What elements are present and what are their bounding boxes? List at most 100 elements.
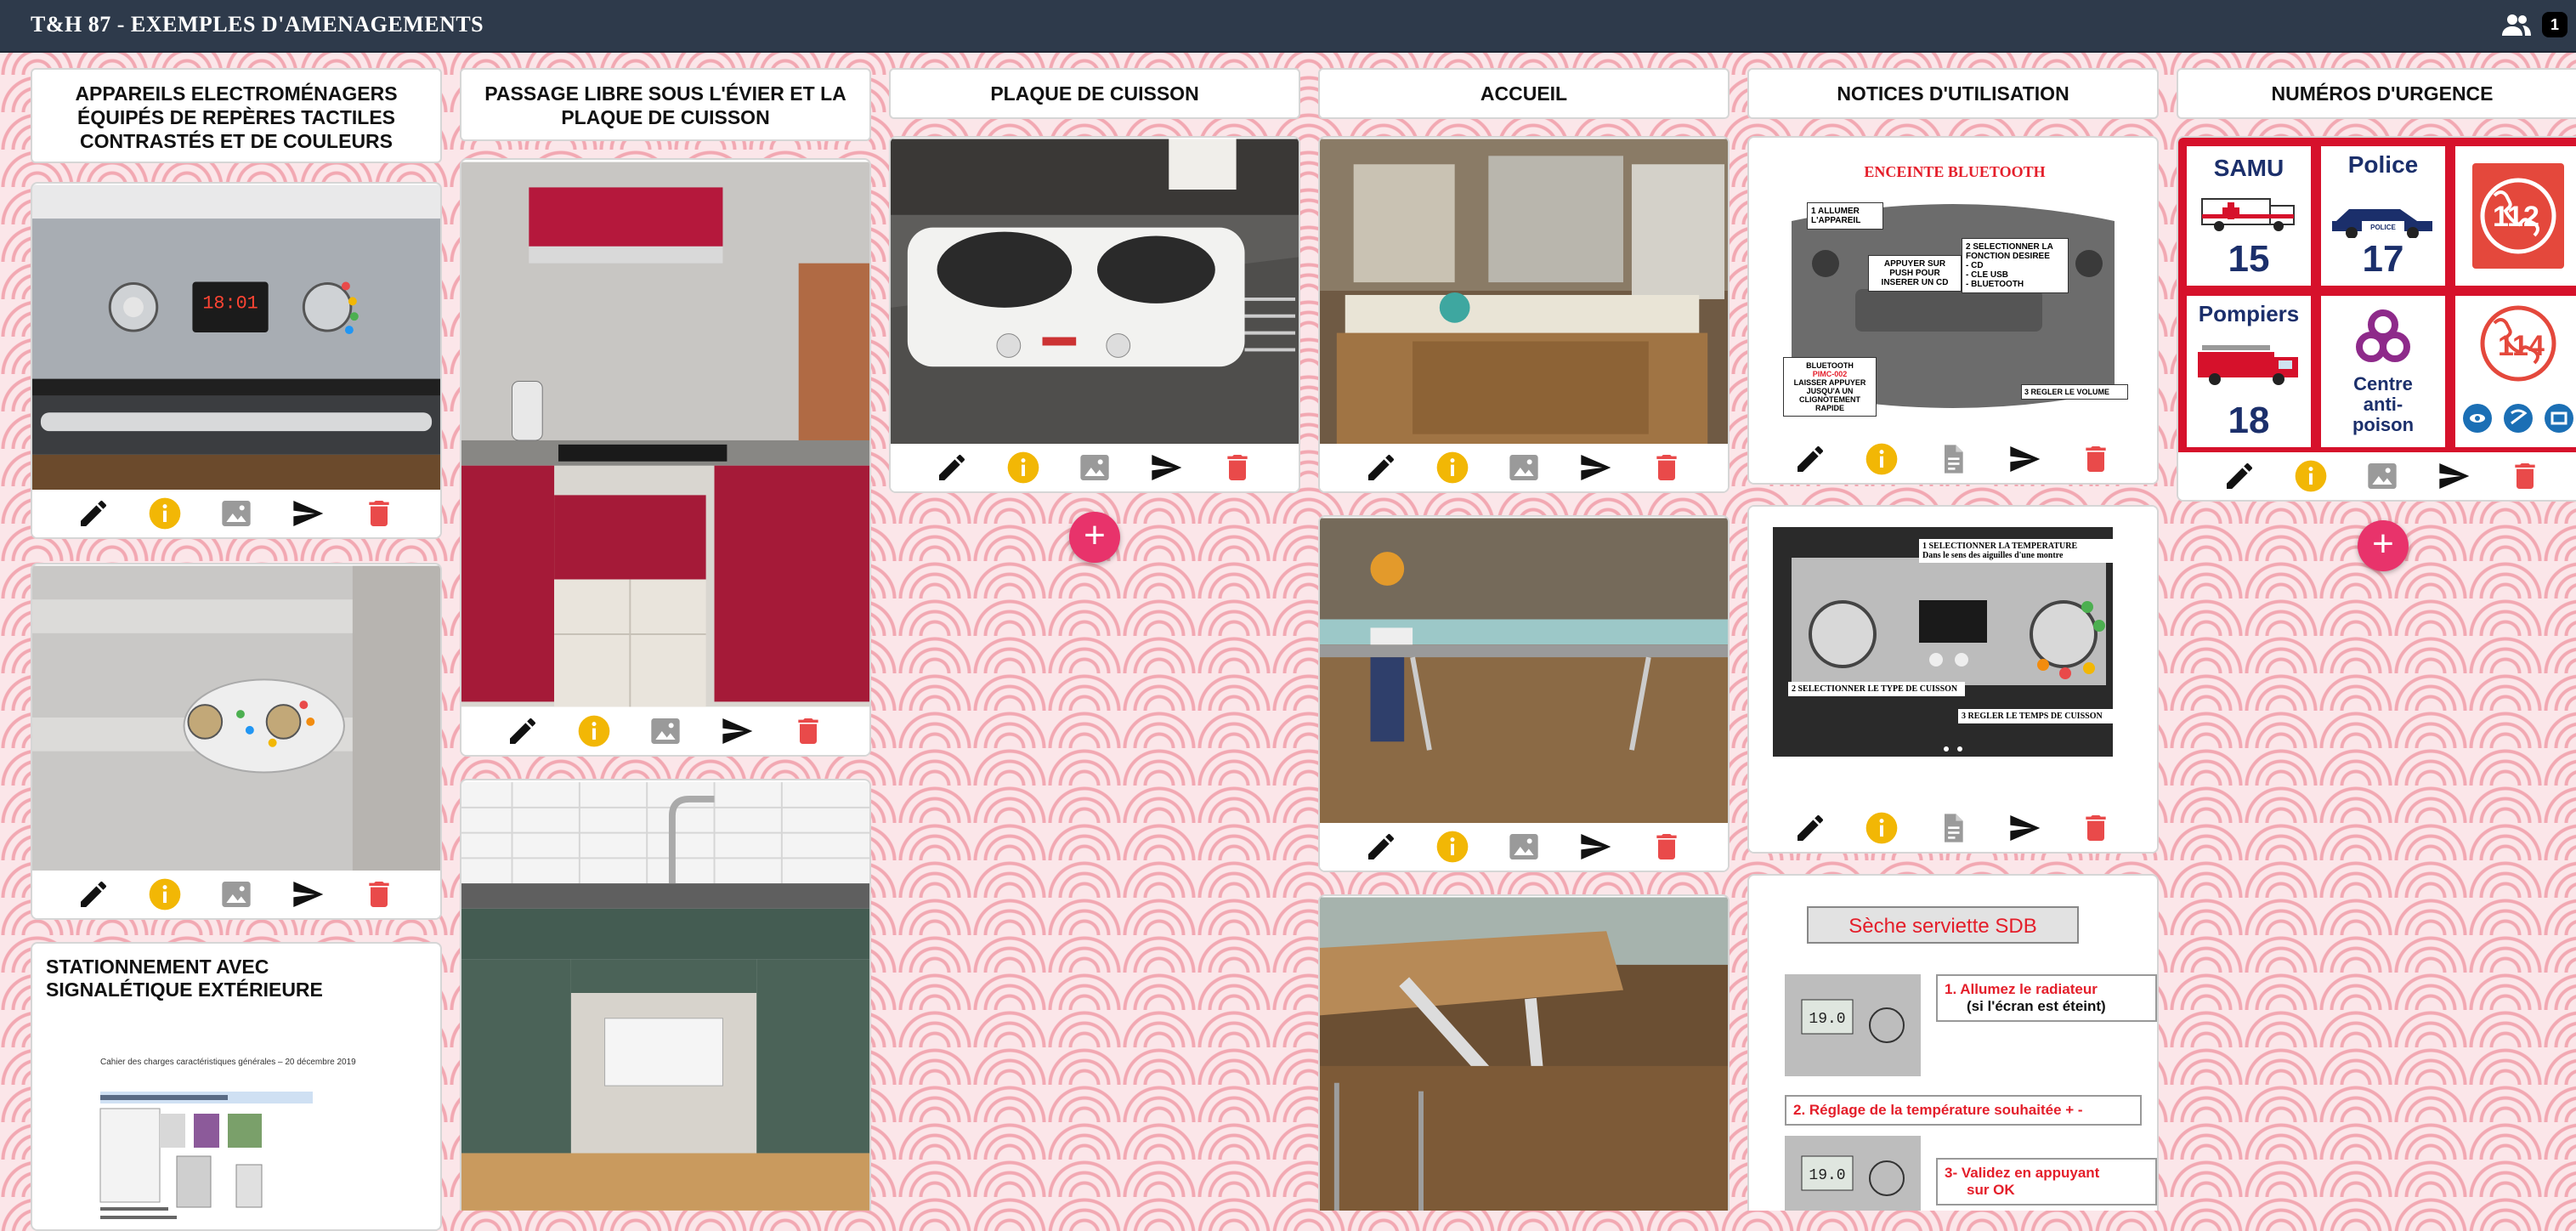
notice-heading: Sèche serviette SDB <box>1807 906 2079 944</box>
emergency-grid[interactable]: SAMU 15 Police POLICE 17 112 Pompiers 18… <box>2178 138 2576 456</box>
image-icon[interactable] <box>1507 451 1541 485</box>
info-icon[interactable] <box>148 877 182 911</box>
card-red-kitchen[interactable] <box>460 158 871 757</box>
add-card-button[interactable]: + <box>1069 512 1120 563</box>
column-title: ACCUEIL <box>1318 68 1730 119</box>
edit-icon[interactable] <box>1793 442 1827 476</box>
card-green-kitchen[interactable] <box>460 779 871 1211</box>
tile-114-number: 114 <box>2498 330 2545 362</box>
info-icon[interactable] <box>1006 451 1040 485</box>
edit-icon[interactable] <box>935 451 969 485</box>
document-icon[interactable] <box>1936 442 1970 476</box>
edit-icon[interactable] <box>1793 811 1827 845</box>
delete-icon[interactable] <box>362 496 396 530</box>
delete-icon[interactable] <box>2079 442 2113 476</box>
card-title: STATIONNEMENT AVEC SIGNALÉTIQUE EXTÉRIEU… <box>46 956 323 1001</box>
image-icon[interactable] <box>648 714 682 748</box>
card-oven-panel[interactable]: 18:01 <box>31 182 442 539</box>
delete-icon[interactable] <box>1650 830 1684 864</box>
board-title: T&H 87 - EXEMPLES D'AMENAGEMENTS <box>31 12 484 37</box>
card-accessible-counter[interactable] <box>1318 515 1730 872</box>
info-icon[interactable] <box>1435 451 1469 485</box>
accessible-counter-photo[interactable] <box>1320 517 1728 825</box>
notice-step-1-label: 1 SELECTIONNER LA TEMPERATURE <box>1922 542 2078 551</box>
send-icon[interactable] <box>1578 451 1612 485</box>
edit-icon[interactable] <box>506 714 540 748</box>
notice-step-1-detail: (si l'écran est éteint) <box>1967 998 2106 1014</box>
oven-photo[interactable]: 18:01 <box>32 184 440 491</box>
delete-icon[interactable] <box>1650 451 1684 485</box>
image-icon[interactable] <box>219 496 253 530</box>
column-plaque-cuisson: PLAQUE DE CUISSON <box>889 68 1300 119</box>
card-radiator-thermostat[interactable] <box>31 563 442 920</box>
delete-icon[interactable] <box>362 877 396 911</box>
image-icon[interactable] <box>2365 459 2399 493</box>
notice-step-2-label: 2 SELECTIONNER LA FONCTION DESIREE <box>1966 242 2053 261</box>
image-icon[interactable] <box>1078 451 1112 485</box>
notice-step-3: 3- Validez en appuyant sur OK <box>1936 1158 2157 1205</box>
card-notice-oven[interactable]: 1 SELECTIONNER LA TEMPERATURE Dans le se… <box>1747 505 2159 854</box>
card-actions <box>1320 823 1728 871</box>
notice-step-3: 3 REGLER LE TEMPS DE CUISSON <box>1958 709 2126 723</box>
add-card-button[interactable]: + <box>2358 520 2409 571</box>
card-notice-towel-dryer[interactable]: Sèche serviette SDB 19.0 1. Allumez le r… <box>1747 874 2159 1211</box>
send-icon[interactable] <box>1578 830 1612 864</box>
send-icon[interactable] <box>720 714 754 748</box>
info-icon[interactable] <box>148 496 182 530</box>
info-icon[interactable] <box>2294 459 2328 493</box>
document-preview[interactable] <box>32 1071 442 1231</box>
send-icon[interactable] <box>2007 442 2041 476</box>
hot-plate-photo[interactable] <box>891 138 1299 445</box>
edit-icon[interactable] <box>1364 830 1398 864</box>
send-icon[interactable] <box>2437 459 2471 493</box>
card-actions <box>32 871 440 918</box>
tile-police-number: 17 <box>2362 238 2404 280</box>
top-bar: T&H 87 - EXEMPLES D'AMENAGEMENTS 1 <box>0 0 2576 53</box>
card-reception-desk[interactable] <box>1318 136 1730 493</box>
send-icon[interactable] <box>291 877 325 911</box>
tile-112-number: 112 <box>2493 201 2539 233</box>
card-stationnement[interactable]: STATIONNEMENT AVEC SIGNALÉTIQUE EXTÉRIEU… <box>31 942 442 1231</box>
card-hot-plate[interactable] <box>889 136 1300 493</box>
notice-step-2: 2 SELECTIONNER LA FONCTION DESIREE - CD … <box>1962 238 2069 293</box>
notice-step-1: 1 ALLUMER L'APPAREIL <box>1807 202 1883 230</box>
delete-icon[interactable] <box>2508 459 2542 493</box>
accessibility-icons <box>2463 404 2573 433</box>
edit-icon[interactable] <box>76 496 110 530</box>
card-emergency-numbers[interactable]: SAMU 15 Police POLICE 17 112 Pompiers 18… <box>2177 136 2576 502</box>
edit-icon[interactable] <box>1364 451 1398 485</box>
towel-dryer-panel-1[interactable]: 19.0 <box>1785 974 1921 1076</box>
card-counter-bracket[interactable] <box>1318 894 1730 1211</box>
notice-step-1-label: 1. Allumez le radiateur <box>1945 981 2098 997</box>
tile-police: Police POLICE 17 <box>2321 146 2445 286</box>
send-icon[interactable] <box>291 496 325 530</box>
reception-photo[interactable] <box>1320 138 1728 445</box>
red-kitchen-photo[interactable] <box>461 160 869 709</box>
send-icon[interactable] <box>1149 451 1183 485</box>
column-numeros-urgence: NUMÉROS D'URGENCE <box>2177 68 2576 119</box>
send-icon[interactable] <box>2007 811 2041 845</box>
edit-icon[interactable] <box>2222 459 2256 493</box>
delete-icon[interactable] <box>2079 811 2113 845</box>
delete-icon[interactable] <box>1220 451 1254 485</box>
info-icon[interactable] <box>1865 442 1899 476</box>
info-icon[interactable] <box>1865 811 1899 845</box>
counter-bracket-photo[interactable] <box>1320 896 1728 1211</box>
radiator-photo[interactable] <box>32 564 440 872</box>
notification-badge[interactable]: 1 <box>2542 12 2568 37</box>
info-icon[interactable] <box>577 714 611 748</box>
column-title: PLAQUE DE CUISSON <box>889 68 1300 119</box>
green-kitchen-photo[interactable] <box>461 780 869 1211</box>
edit-icon[interactable] <box>76 877 110 911</box>
info-icon[interactable] <box>1435 830 1469 864</box>
image-icon[interactable] <box>1507 830 1541 864</box>
notice-step-1: 1. Allumez le radiateur (si l'écran est … <box>1936 974 2157 1022</box>
card-notice-bluetooth[interactable]: ENCEINTE BLUETOOTH 1 ALLUMER L'APPAREIL … <box>1747 136 2159 485</box>
towel-dryer-panel-2[interactable]: 19.0 <box>1785 1136 1921 1211</box>
image-icon[interactable] <box>219 877 253 911</box>
document-icon[interactable] <box>1936 811 1970 845</box>
tile-112: 112 <box>2455 146 2576 286</box>
users-icon[interactable] <box>2501 12 2532 37</box>
column-appareils: APPAREILS ELECTROMÉNAGERS ÉQUIPÉS DE REP… <box>31 68 442 163</box>
delete-icon[interactable] <box>791 714 825 748</box>
